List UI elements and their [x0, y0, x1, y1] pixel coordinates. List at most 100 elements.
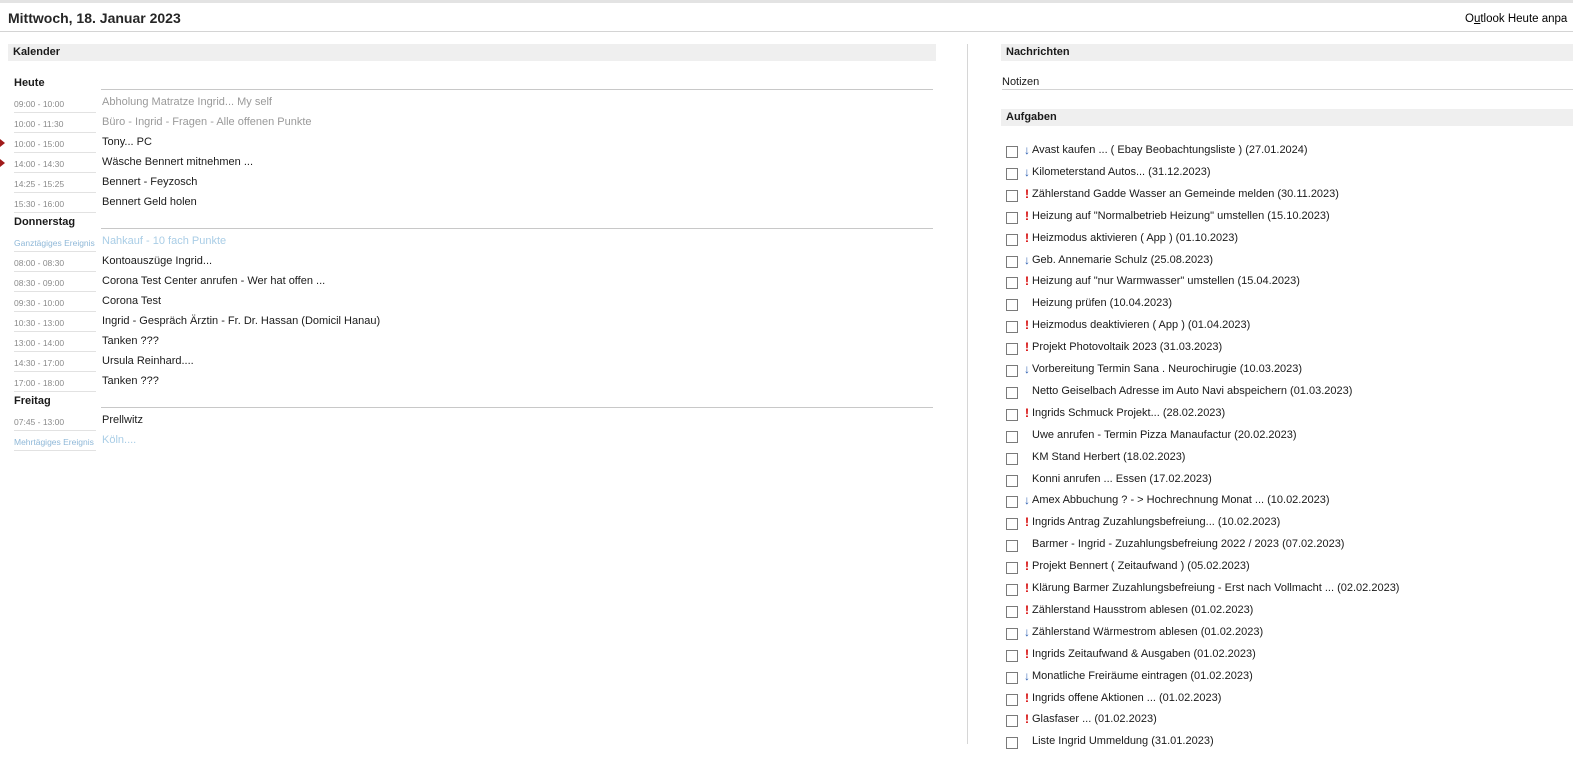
task-label[interactable]: Kilometerstand Autos... (31.12.2023) — [1032, 166, 1211, 178]
task-item[interactable]: ! Heizmodus deaktivieren ( App ) (01.04.2… — [1006, 318, 1566, 341]
calendar-section-header[interactable]: Kalender — [8, 44, 936, 61]
task-checkbox[interactable] — [1006, 387, 1018, 399]
event-subject[interactable]: Bennert - Feyzosch — [102, 176, 197, 188]
task-checkbox[interactable] — [1006, 694, 1018, 706]
task-checkbox[interactable] — [1006, 672, 1018, 684]
task-label[interactable]: Projekt Photovoltaik 2023 (31.03.2023) — [1032, 341, 1222, 353]
task-item[interactable]: KM Stand Herbert (18.02.2023) — [1006, 451, 1566, 473]
customize-outlook-today-link[interactable]: Outlook Heute anpa — [1465, 13, 1567, 25]
task-checkbox[interactable] — [1006, 234, 1018, 246]
task-item[interactable]: ! Heizung auf "Normalbetrieb Heizung" ums… — [1006, 209, 1566, 232]
event-subject[interactable]: Ingrid - Gespräch Ärztin - Fr. Dr. Hassa… — [102, 315, 380, 327]
task-item[interactable]: ! Heizmodus aktivieren ( App ) (01.10.202… — [1006, 231, 1566, 254]
task-item[interactable]: Konni anrufen ... Essen (17.02.2023) — [1006, 473, 1566, 495]
event-subject[interactable]: Nahkauf - 10 fach Punkte — [102, 235, 226, 247]
event-subject[interactable]: Ursula Reinhard.... — [102, 355, 194, 367]
task-checkbox[interactable] — [1006, 562, 1018, 574]
task-item[interactable]: Heizung prüfen (10.04.2023) — [1006, 297, 1566, 319]
task-item[interactable]: Liste Ingrid Ummeldung (31.01.2023) — [1006, 735, 1566, 757]
task-item[interactable]: Netto Geiselbach Adresse im Auto Navi ab… — [1006, 385, 1566, 407]
task-item[interactable]: ↓ Zählerstand Wärmestrom ablesen (01.02.2… — [1006, 625, 1566, 648]
task-checkbox[interactable] — [1006, 453, 1018, 465]
event-subject[interactable]: Prellwitz — [102, 414, 143, 426]
event-subject[interactable]: Tanken ??? — [102, 335, 159, 347]
task-item[interactable]: ↓ Avast kaufen ... ( Ebay Beobachtungslis… — [1006, 143, 1566, 166]
task-item[interactable]: ! Ingrids Zeitaufwand & Ausgaben (01.02.2… — [1006, 647, 1566, 670]
task-item[interactable]: ! Glasfaser ... (01.02.2023) — [1006, 712, 1566, 735]
task-label[interactable]: Ingrids Zeitaufwand & Ausgaben (01.02.20… — [1032, 648, 1256, 660]
task-label[interactable]: Uwe anrufen - Termin Pizza Manaufactur (… — [1032, 429, 1297, 441]
task-label[interactable]: Heizmodus aktivieren ( App ) (01.10.2023… — [1032, 232, 1238, 244]
task-label[interactable]: Projekt Bennert ( Zeitaufwand ) (05.02.2… — [1032, 560, 1250, 572]
task-checkbox[interactable] — [1006, 475, 1018, 487]
event-subject[interactable]: Wäsche Bennert mitnehmen ... — [102, 156, 253, 168]
tasks-section-header[interactable]: Aufgaben — [1001, 109, 1573, 126]
event-subject[interactable]: Kontoauszüge Ingrid... — [102, 255, 212, 267]
task-label[interactable]: Zählerstand Wärmestrom ablesen (01.02.20… — [1032, 626, 1263, 638]
task-checkbox[interactable] — [1006, 737, 1018, 749]
event-subject[interactable]: Abholung Matratze Ingrid... My self — [102, 96, 272, 108]
task-checkbox[interactable] — [1006, 190, 1018, 202]
task-label[interactable]: Glasfaser ... (01.02.2023) — [1032, 713, 1157, 725]
task-label[interactable]: Heizung auf "nur Warmwasser" umstellen (… — [1032, 275, 1300, 287]
task-label[interactable]: KM Stand Herbert (18.02.2023) — [1032, 451, 1185, 463]
task-checkbox[interactable] — [1006, 431, 1018, 443]
task-checkbox[interactable] — [1006, 168, 1018, 180]
task-label[interactable]: Klärung Barmer Zuzahlungsbefreiung - Ers… — [1032, 582, 1399, 594]
task-checkbox[interactable] — [1006, 715, 1018, 727]
event-subject[interactable]: Köln.... — [102, 434, 136, 446]
messages-section-header[interactable]: Nachrichten — [1001, 44, 1573, 61]
task-label[interactable]: Ingrids Antrag Zuzahlungsbefreiung... (1… — [1032, 516, 1280, 528]
task-checkbox[interactable] — [1006, 256, 1018, 268]
notes-link[interactable]: Notizen — [1002, 76, 1039, 88]
task-label[interactable]: Zählerstand Hausstrom ablesen (01.02.202… — [1032, 604, 1253, 616]
task-item[interactable]: ↓ Kilometerstand Autos... (31.12.2023) — [1006, 165, 1566, 188]
task-label[interactable]: Konni anrufen ... Essen (17.02.2023) — [1032, 473, 1212, 485]
task-item[interactable]: ! Heizung auf "nur Warmwasser" umstellen … — [1006, 274, 1566, 297]
event-subject[interactable]: Tony... PC — [102, 136, 152, 148]
task-label[interactable]: Vorbereitung Termin Sana . Neurochirugie… — [1032, 363, 1302, 375]
task-checkbox[interactable] — [1006, 321, 1018, 333]
task-item[interactable]: Uwe anrufen - Termin Pizza Manaufactur (… — [1006, 429, 1566, 451]
task-label[interactable]: Zählerstand Gadde Wasser an Gemeinde mel… — [1032, 188, 1339, 200]
task-checkbox[interactable] — [1006, 650, 1018, 662]
task-label[interactable]: Liste Ingrid Ummeldung (31.01.2023) — [1032, 735, 1214, 747]
task-checkbox[interactable] — [1006, 628, 1018, 640]
event-subject[interactable]: Büro - Ingrid - Fragen - Alle offenen Pu… — [102, 116, 312, 128]
task-label[interactable]: Heizmodus deaktivieren ( App ) (01.04.20… — [1032, 319, 1250, 331]
task-item[interactable]: ! Ingrids Antrag Zuzahlungsbefreiung... (… — [1006, 515, 1566, 538]
task-checkbox[interactable] — [1006, 299, 1018, 311]
event-subject[interactable]: Tanken ??? — [102, 375, 159, 387]
event-subject[interactable]: Corona Test Center anrufen - Wer hat off… — [102, 275, 325, 287]
task-item[interactable]: ↓ Geb. Annemarie Schulz (25.08.2023) — [1006, 253, 1566, 276]
task-label[interactable]: Geb. Annemarie Schulz (25.08.2023) — [1032, 254, 1213, 266]
task-checkbox[interactable] — [1006, 365, 1018, 377]
task-checkbox[interactable] — [1006, 343, 1018, 355]
task-label[interactable]: Barmer - Ingrid - Zuzahlungsbefreiung 20… — [1032, 538, 1344, 550]
task-checkbox[interactable] — [1006, 518, 1018, 530]
task-label[interactable]: Avast kaufen ... ( Ebay Beobachtungslist… — [1032, 144, 1308, 156]
event-subject[interactable]: Corona Test — [102, 295, 161, 307]
task-item[interactable]: ! Klärung Barmer Zuzahlungsbefreiung - Er… — [1006, 581, 1566, 604]
event-subject[interactable]: Bennert Geld holen — [102, 196, 197, 208]
task-label[interactable]: Heizung prüfen (10.04.2023) — [1032, 297, 1172, 309]
task-label[interactable]: Netto Geiselbach Adresse im Auto Navi ab… — [1032, 385, 1352, 397]
task-item[interactable]: ! Zählerstand Gadde Wasser an Gemeinde me… — [1006, 187, 1566, 210]
task-label[interactable]: Ingrids offene Aktionen ... (01.02.2023) — [1032, 692, 1221, 704]
task-item[interactable]: ↓ Vorbereitung Termin Sana . Neurochirugi… — [1006, 362, 1566, 385]
task-checkbox[interactable] — [1006, 146, 1018, 158]
task-checkbox[interactable] — [1006, 496, 1018, 508]
task-item[interactable]: ! Projekt Photovoltaik 2023 (31.03.2023) — [1006, 340, 1566, 363]
task-item[interactable]: ↓ Monatliche Freiräume eintragen (01.02.2… — [1006, 669, 1566, 692]
task-checkbox[interactable] — [1006, 584, 1018, 596]
task-item[interactable]: ! Zählerstand Hausstrom ablesen (01.02.20… — [1006, 603, 1566, 626]
task-checkbox[interactable] — [1006, 540, 1018, 552]
task-item[interactable]: Barmer - Ingrid - Zuzahlungsbefreiung 20… — [1006, 538, 1566, 560]
task-item[interactable]: ! Projekt Bennert ( Zeitaufwand ) (05.02.… — [1006, 559, 1566, 582]
task-item[interactable]: ! Ingrids offene Aktionen ... (01.02.2023… — [1006, 691, 1566, 714]
task-label[interactable]: Ingrids Schmuck Projekt... (28.02.2023) — [1032, 407, 1225, 419]
task-checkbox[interactable] — [1006, 277, 1018, 289]
task-label[interactable]: Monatliche Freiräume eintragen (01.02.20… — [1032, 670, 1253, 682]
task-label[interactable]: Heizung auf "Normalbetrieb Heizung" umst… — [1032, 210, 1330, 222]
task-item[interactable]: ! Ingrids Schmuck Projekt... (28.02.2023) — [1006, 406, 1566, 429]
